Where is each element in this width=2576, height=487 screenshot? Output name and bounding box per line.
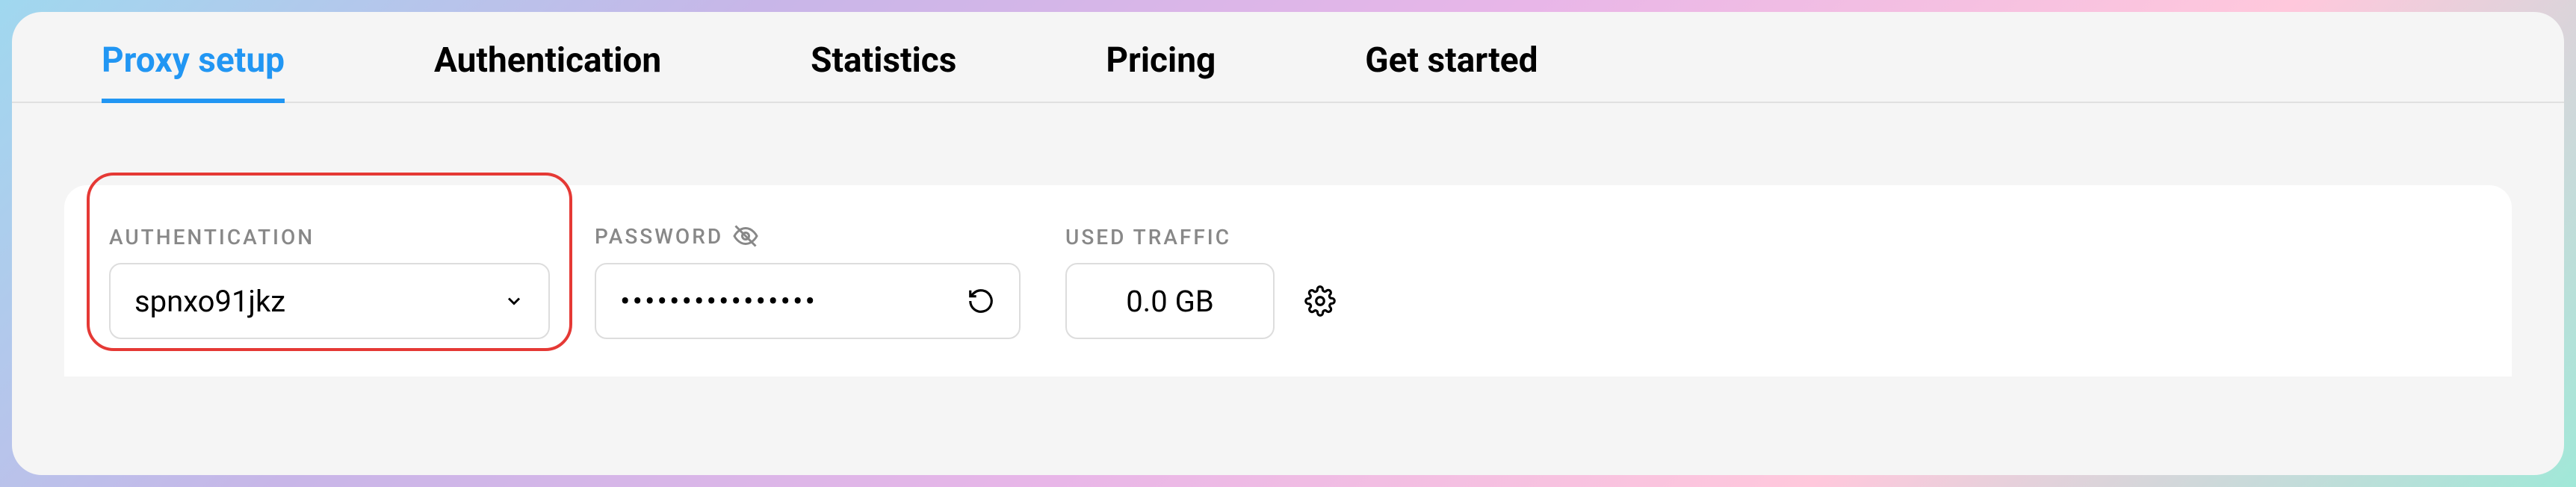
authentication-value: spnxo91jkz xyxy=(134,284,285,319)
authentication-select[interactable]: spnxo91jkz xyxy=(109,263,550,339)
main-panel: Proxy setup Authentication Statistics Pr… xyxy=(12,12,2564,475)
settings-wrapper xyxy=(1304,263,1336,339)
refresh-icon[interactable] xyxy=(967,287,995,315)
password-label-text: PASSWORD xyxy=(595,224,723,249)
eye-off-icon[interactable] xyxy=(732,223,759,249)
used-traffic-value: 0.0 GB xyxy=(1126,284,1214,319)
password-value: •••••••••••••••• xyxy=(620,284,817,319)
content-panel: AUTHENTICATION spnxo91jkz PASSWORD xyxy=(64,185,2512,376)
tab-pricing[interactable]: Pricing xyxy=(1106,27,1216,102)
tab-statistics[interactable]: Statistics xyxy=(811,27,956,102)
tabs-bar: Proxy setup Authentication Statistics Pr… xyxy=(12,12,2564,103)
used-traffic-label: USED TRAFFIC xyxy=(1065,225,1275,249)
chevron-down-icon xyxy=(504,291,524,311)
tab-get-started[interactable]: Get started xyxy=(1365,27,1538,102)
password-label: PASSWORD xyxy=(595,223,1021,249)
password-input[interactable]: •••••••••••••••• xyxy=(595,263,1021,339)
tab-proxy-setup[interactable]: Proxy setup xyxy=(102,27,285,102)
tab-authentication[interactable]: Authentication xyxy=(434,27,661,102)
authentication-label: AUTHENTICATION xyxy=(109,225,550,249)
authentication-field-group: AUTHENTICATION spnxo91jkz xyxy=(109,225,550,339)
used-traffic-field-group: USED TRAFFIC 0.0 GB xyxy=(1065,225,1275,339)
used-traffic-display: 0.0 GB xyxy=(1065,263,1275,339)
gear-icon[interactable] xyxy=(1304,285,1336,317)
password-field-group: PASSWORD •••••••••••••••• xyxy=(595,223,1021,339)
